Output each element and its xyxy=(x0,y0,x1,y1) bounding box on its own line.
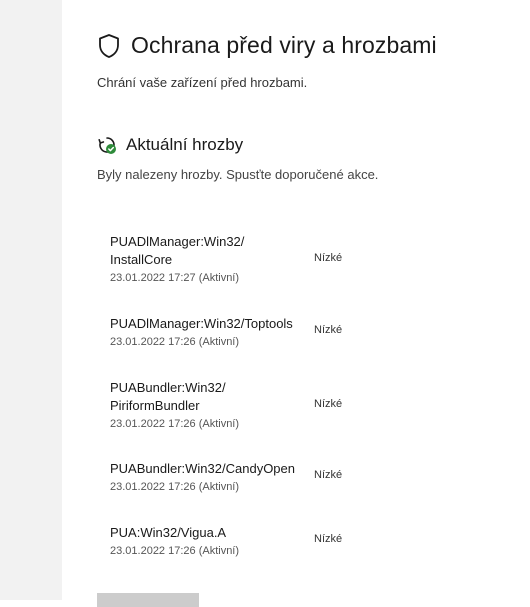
actions-button[interactable] xyxy=(97,593,199,607)
threat-name: PUADlManager:Win32/Toptools xyxy=(110,316,293,331)
page-title: Ochrana před viry a hrozbami xyxy=(131,32,437,58)
navigation-pane xyxy=(0,0,62,600)
shield-icon xyxy=(97,33,121,59)
threat-time: 23.01.2022 17:26 (Aktivní) xyxy=(110,481,240,493)
threat-time: 23.01.2022 17:26 (Aktivní) xyxy=(110,336,240,348)
threat-name: PUADlManager:Win32/ InstallCore xyxy=(110,234,245,267)
threat-level: Nízké xyxy=(314,324,343,336)
threat-item[interactable]: PUABundler:Win32/CandyOpen 23.01.2022 17… xyxy=(110,460,440,495)
page-header: Ochrana před viry a hrozbami xyxy=(97,32,437,59)
threat-level: Nízké xyxy=(314,533,343,545)
threat-scan-icon xyxy=(97,135,117,155)
threat-time: 23.01.2022 17:27 (Aktivní) xyxy=(110,272,240,284)
current-threats-header: Aktuální hrozby xyxy=(97,135,243,155)
threat-name: PUABundler:Win32/CandyOpen xyxy=(110,461,295,476)
threat-name: PUA:Win32/Vigua.A xyxy=(110,525,227,540)
threat-item[interactable]: PUA:Win32/Vigua.A 23.01.2022 17:26 (Akti… xyxy=(110,524,440,559)
page-subtitle: Chrání vaše zařízení před hrozbami. xyxy=(97,75,308,90)
threat-item[interactable]: PUABundler:Win32/ PiriformBundler 23.01.… xyxy=(110,379,440,432)
threat-item[interactable]: PUADlManager:Win32/Toptools 23.01.2022 1… xyxy=(110,315,440,350)
threat-name: PUABundler:Win32/ PiriformBundler xyxy=(110,380,226,413)
section-title: Aktuální hrozby xyxy=(126,135,244,154)
section-description: Byly nalezeny hrozby. Spusťte doporučené… xyxy=(97,167,379,182)
threat-level: Nízké xyxy=(314,469,343,481)
threat-item[interactable]: PUADlManager:Win32/ InstallCore 23.01.20… xyxy=(110,233,440,286)
threat-level: Nízké xyxy=(314,252,343,264)
threat-time: 23.01.2022 17:26 (Aktivní) xyxy=(110,418,240,430)
threat-level: Nízké xyxy=(314,398,343,410)
threat-time: 23.01.2022 17:26 (Aktivní) xyxy=(110,545,240,557)
